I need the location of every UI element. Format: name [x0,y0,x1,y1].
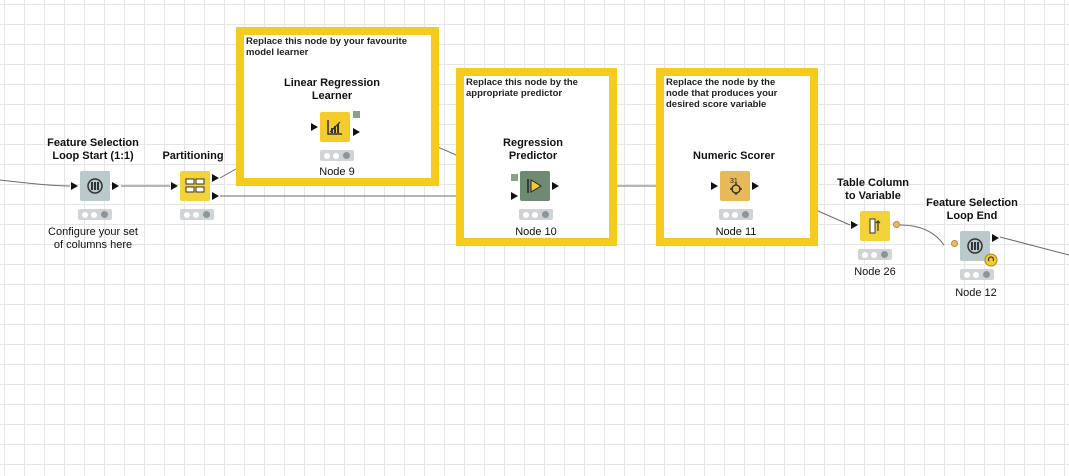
partitioning-out-port-1[interactable] [212,174,219,182]
node-title-scorer[interactable]: Numeric Scorer [659,150,809,163]
learner-in-port[interactable] [311,123,318,131]
node-label-col-to-var[interactable]: Node 26 [815,266,935,279]
annotation-learner-text: Replace this node by your favourite mode… [246,36,408,58]
learner-out-port[interactable] [353,128,360,136]
annotation-scorer-text: Replace the node by the node that produc… [666,77,778,110]
partitioning-node[interactable] [180,171,210,201]
scorer-icon: 31 [730,178,742,195]
connection-loopend-out [999,236,1069,256]
scorer-out-port[interactable] [752,182,759,190]
predictor-out-port[interactable] [552,182,559,190]
node-label-loop-end[interactable]: Node 12 [916,287,1036,300]
learner-node[interactable] [320,112,350,142]
col-to-var-node[interactable] [860,211,890,241]
scorer-status [719,209,753,220]
connection-colvar-loopend [899,224,945,246]
loop-start-out-port[interactable] [112,182,119,190]
loop-end-out-port[interactable] [992,234,999,242]
predictor-node[interactable] [520,171,550,201]
learner-model-out-port[interactable] [353,111,360,118]
predictor-status [519,209,553,220]
node-title-learner[interactable]: Linear Regression Learner [257,77,407,103]
partitioning-in-port[interactable] [171,182,178,190]
loop-start-icon [87,178,103,194]
predictor-data-in-port[interactable] [511,192,518,200]
loop-end-warning-icon [984,253,998,267]
col-to-var-in-port[interactable] [851,221,858,229]
loop-start-node[interactable] [80,171,110,201]
scorer-node[interactable]: 31 [720,171,750,201]
loop-start-in-port[interactable] [71,182,78,190]
table-partition-icon [185,178,205,193]
annotation-predictor-text: Replace this node by the appropriate pre… [466,77,578,99]
predictor-icon [527,179,542,193]
node-comment-loop-start: Configure your set of columns here [48,226,138,251]
node-title-partitioning[interactable]: Partitioning [118,150,268,163]
node-label-scorer[interactable]: Node 11 [676,226,796,239]
scorer-icon-text: 31 [730,178,738,185]
column-to-variable-icon [869,218,881,234]
partitioning-out-port-2[interactable] [212,192,219,200]
node-label-predictor[interactable]: Node 10 [476,226,596,239]
loop-end-var-in-port[interactable] [951,240,958,247]
loop-start-status [78,209,112,220]
connection-in-loop-start [0,179,71,187]
col-to-var-status [858,249,892,260]
scorer-in-port[interactable] [711,182,718,190]
predictor-model-in-port[interactable] [511,174,518,181]
node-label-learner[interactable]: Node 9 [277,166,397,179]
loop-end-status [960,269,994,280]
partitioning-status [180,209,214,220]
regression-learner-icon [327,120,342,135]
loop-end-icon [967,238,983,254]
learner-status [320,150,354,161]
node-title-predictor[interactable]: Regression Predictor [458,137,608,163]
node-title-loop-end[interactable]: Feature Selection Loop End [897,197,1047,223]
